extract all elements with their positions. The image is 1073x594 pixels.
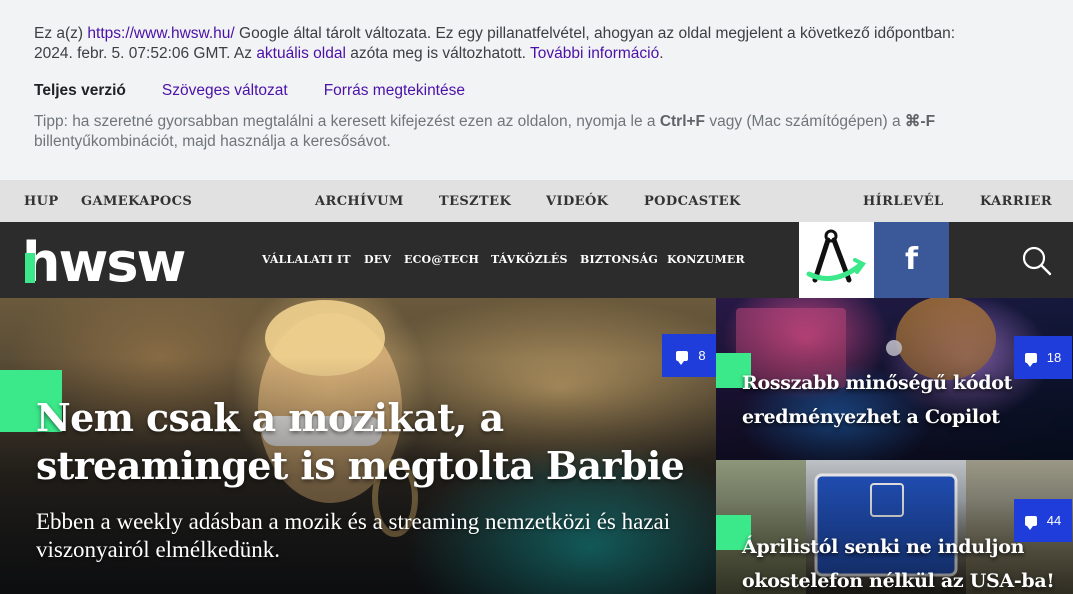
category-eco-tech[interactable]: ECO@TECH [404, 253, 479, 266]
more-info-link[interactable]: További információ [530, 45, 659, 62]
topnav-karrier[interactable]: KARRIER [980, 194, 1052, 209]
site-header: hwsw VÁLLALATI IT DEV ECO@TECH TÁVKÖZLÉS… [0, 222, 1073, 298]
topnav-hirlevel[interactable]: HÍRLEVÉL [863, 194, 944, 209]
comment-icon [1024, 515, 1037, 530]
cache-text-prefix: Ez a(z) [34, 25, 88, 42]
cache-version-tabs: Teljes verzió Szöveges változat Forrás m… [34, 82, 1039, 102]
side-comment-count: 18 [1046, 350, 1062, 365]
side-article-usa[interactable]: 44 Áprilistól senki ne induljon okostele… [716, 460, 1073, 594]
logo-text: hwsw [22, 235, 185, 287]
cache-text-changed: azóta meg is változhatott. [345, 45, 531, 62]
hero-comment-badge[interactable]: 8 [662, 334, 716, 377]
category-biztonsag[interactable]: BIZTONSÁG [580, 253, 658, 266]
comment-icon [1024, 352, 1037, 367]
current-page-link[interactable]: aktuális oldal [256, 45, 346, 62]
topnav-videok[interactable]: VIDEÓK [546, 194, 608, 209]
tip-key-ctrl-f: Ctrl+F [659, 113, 706, 130]
topnav-archivum[interactable]: ARCHÍVUM [315, 194, 404, 209]
hwsw-logo[interactable]: hwsw [22, 235, 190, 287]
category-vallalati-it[interactable]: VÁLLALATI IT [262, 253, 351, 266]
hero-article[interactable]: 8 Nem csak a mozikat, a streaminget is m… [0, 298, 716, 594]
comment-icon [676, 350, 689, 365]
hero-title[interactable]: Nem csak a mozikat, a streaminget is meg… [36, 394, 706, 490]
topnav-podcastek[interactable]: PODCASTEK [644, 194, 741, 209]
tab-text-version[interactable]: Szöveges változat [162, 82, 288, 102]
cache-banner: Ez a(z) https://www.hwsw.hu/ Google álta… [0, 0, 1073, 180]
cached-url-link[interactable]: https://www.hwsw.hu/ [87, 25, 234, 42]
hero-lead: Ebben a weekly adásban a mozik és a stre… [36, 509, 671, 562]
side-article-copilot[interactable]: 18 Rosszabb minőségű kódot eredményezhet… [716, 298, 1073, 460]
logo-green-mark [25, 253, 35, 283]
tab-full-version[interactable]: Teljes verzió [34, 82, 126, 102]
side-article-title[interactable]: Áprilistól senki ne induljon okostelefon… [742, 530, 1062, 594]
tip-key-cmd-f: ⌘-F [904, 113, 936, 130]
category-konzumer[interactable]: KONZUMER [667, 253, 745, 266]
cache-info-text: Ez a(z) https://www.hwsw.hu/ Google álta… [34, 24, 1039, 64]
topnav-tesztek[interactable]: TESZTEK [439, 194, 511, 209]
side-comment-count: 44 [1046, 513, 1062, 528]
facebook-icon: f [904, 242, 919, 277]
compass-app-tile[interactable] [799, 222, 874, 298]
top-nav: HUP GAMEKAPOCS ARCHÍVUM TESZTEK VIDEÓK P… [0, 180, 1073, 222]
tip-text-suffix: billentyűkombinációt, majd használja a k… [34, 133, 391, 150]
cache-tip: Tipp: ha szeretné gyorsabban megtalálni … [34, 112, 1039, 152]
tip-text-prefix: Tipp: ha szeretné gyorsabban megtalálni … [34, 113, 660, 130]
tip-text-middle: vagy (Mac számítógépen) a [705, 113, 905, 130]
topnav-hup[interactable]: HUP [24, 194, 59, 209]
side-article-title[interactable]: Rosszabb minőségű kódot eredményezhet a … [742, 366, 1062, 434]
search-icon[interactable] [1022, 246, 1052, 276]
category-tavkozles[interactable]: TÁVKÖZLÉS [491, 253, 568, 266]
tab-view-source[interactable]: Forrás megtekintése [324, 82, 465, 102]
category-dev[interactable]: DEV [364, 253, 391, 266]
compass-icon [806, 229, 867, 283]
hero-comment-count: 8 [698, 348, 706, 363]
cache-text-middle: Google által tárolt változata. Ez egy pi… [234, 25, 956, 42]
facebook-button[interactable]: f [874, 222, 949, 298]
cache-text-period: . [659, 45, 664, 62]
topnav-gamekapocs[interactable]: GAMEKAPOCS [81, 194, 192, 209]
cache-date-text: 2024. febr. 5. 07:52:06 GMT. Az [34, 45, 257, 62]
